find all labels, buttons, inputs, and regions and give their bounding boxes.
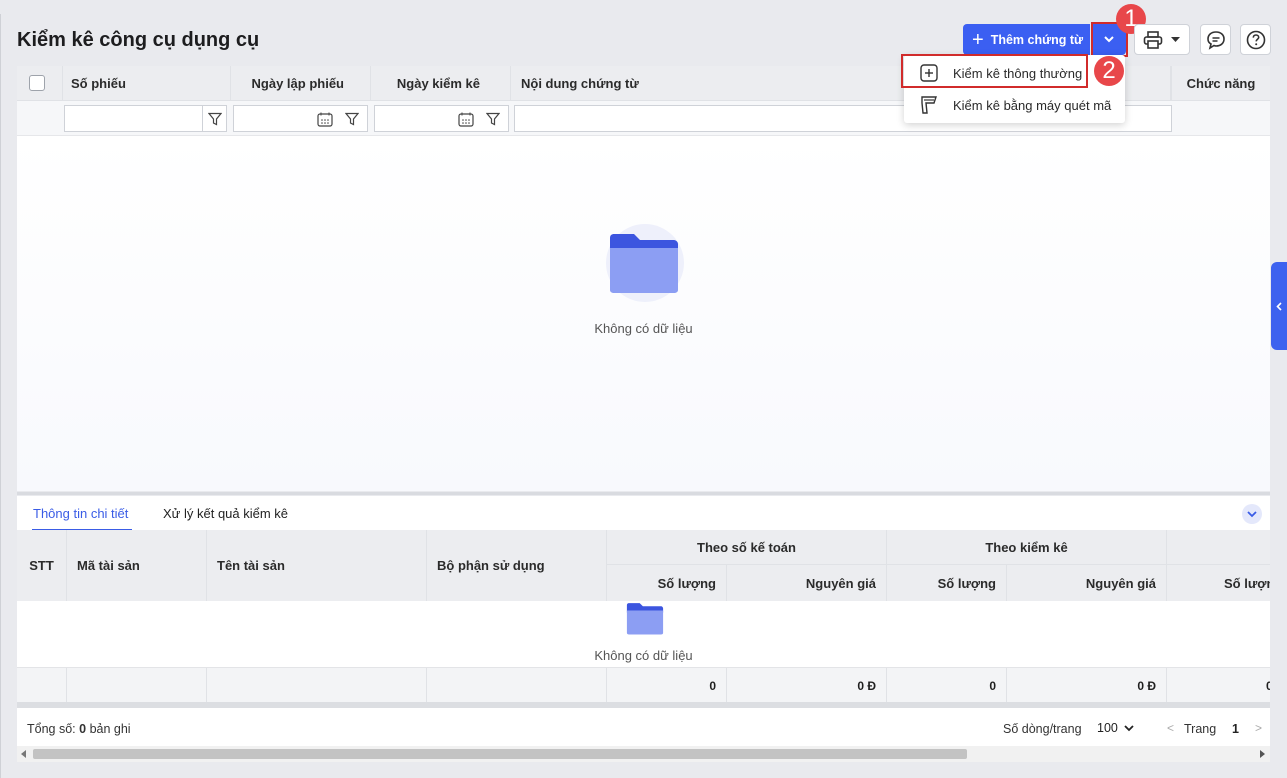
pager-bar: Tổng số: 0 bản ghi Số dòng/trang 100 < T… [17, 708, 1270, 748]
annotation-badge-2: 2 [1094, 56, 1124, 86]
next-page-button[interactable]: > [1255, 721, 1262, 735]
total-so-luong-clipped: 0 [1167, 668, 1270, 703]
scrollbar-thumb[interactable] [33, 749, 967, 759]
rows-per-page-label: Số dòng/trang [1003, 722, 1082, 736]
add-voucher-label: Thêm chứng từ [990, 32, 1084, 47]
col-header-so-phieu[interactable]: Số phiếu [63, 66, 231, 101]
rows-per-page-value: 100 [1097, 721, 1118, 735]
col-group-theo-kiem-ke: Theo kiểm kê [887, 530, 1167, 565]
calendar-icon[interactable] [317, 112, 333, 127]
printer-icon [1143, 30, 1163, 49]
tab-thong-tin-chi-tiet[interactable]: Thông tin chi tiết [33, 506, 128, 521]
current-page: 1 [1232, 722, 1239, 736]
plus-icon: + [972, 28, 984, 51]
col-group-clipped [1167, 530, 1270, 565]
col-header-chuc-nang: Chức năng [1171, 66, 1270, 101]
total-cell [17, 668, 67, 703]
col-header-bo-phan-su-dung[interactable]: Bộ phận sử dụng [427, 530, 607, 601]
side-panel-toggle[interactable] [1271, 262, 1287, 350]
chevron-left-icon [1276, 301, 1282, 311]
print-button[interactable] [1134, 24, 1190, 55]
select-all-cell [17, 66, 63, 101]
calendar-icon[interactable] [458, 112, 474, 127]
total-so-luong-kiem-ke: 0 [887, 668, 1007, 703]
scroll-left-arrow[interactable] [21, 750, 26, 758]
collapse-panel-button[interactable] [1242, 504, 1262, 524]
help-button[interactable] [1240, 24, 1271, 55]
col-header-nguyen-gia-ke-toan[interactable]: Nguyên giá [727, 565, 887, 601]
barcode-scanner-icon [921, 96, 937, 114]
col-header-ngay-kiem-ke[interactable]: Ngày kiểm kê [371, 66, 511, 101]
chevron-down-icon [1124, 724, 1134, 731]
total-so-luong-ke-toan: 0 [607, 668, 727, 703]
col-group-theo-so-ke-toan: Theo số kế toán [607, 530, 887, 565]
total-cell [67, 668, 207, 703]
prev-page-button[interactable]: < [1167, 721, 1174, 735]
filter-icon [207, 112, 222, 125]
chevron-down-icon [1247, 510, 1257, 517]
col-header-nguyen-gia-kiem-ke[interactable]: Nguyên giá [1007, 565, 1167, 601]
total-cell [207, 668, 427, 703]
empty-text: Không có dữ liệu [594, 321, 693, 336]
splitter[interactable] [17, 492, 1270, 495]
col-header-so-luong-kiem-ke[interactable]: Số lượng [887, 565, 1007, 601]
help-icon [1246, 30, 1265, 49]
col-header-so-luong-ke-toan[interactable]: Số lượng [607, 565, 727, 601]
feedback-button[interactable] [1200, 24, 1231, 55]
chat-icon [1206, 30, 1225, 50]
folder-icon [626, 603, 664, 635]
menu-item-kiem-ke-may-quet-ma[interactable]: Kiểm kê bằng máy quét mã [904, 89, 1125, 121]
col-header-stt: STT [17, 530, 67, 601]
filter-input-so-phieu[interactable] [64, 105, 203, 132]
detail-totals-row: 0 0 Đ 0 0 Đ 0 [17, 667, 1270, 703]
total-nguyen-gia-ke-toan: 0 Đ [727, 668, 887, 703]
filter-input-ngay-kiem-ke[interactable] [374, 105, 509, 132]
col-header-so-luong-clipped[interactable]: Số lượng [1167, 565, 1270, 601]
total-records-suffix: bản ghi [89, 722, 131, 736]
add-voucher-button[interactable]: + Thêm chứng từ [963, 24, 1090, 55]
page-title: Kiểm kê công cụ dụng cụ [17, 29, 260, 51]
menu-item-label: Kiểm kê bằng máy quét mã [953, 97, 1112, 113]
filter-input-ngay-lap-phieu[interactable] [233, 105, 368, 132]
caret-down-icon [1171, 36, 1180, 42]
total-nguyen-gia-kiem-ke: 0 Đ [1007, 668, 1167, 703]
scroll-right-arrow[interactable] [1260, 750, 1265, 758]
folder-icon [610, 234, 678, 293]
total-records-prefix: Tổng số: [27, 722, 76, 736]
detail-panel: Thông tin chi tiết Xử lý kết quả kiểm kê… [17, 496, 1270, 708]
grid-empty-state: Không có dữ liệu [17, 136, 1270, 491]
detail-table-header: STT Mã tài sản Tên tài sản Bộ phận sử dụ… [17, 530, 1270, 601]
annotation-box-2 [901, 54, 1088, 88]
filter-button-so-phieu[interactable] [202, 105, 227, 132]
total-cell [427, 668, 607, 703]
col-header-ten-tai-san[interactable]: Tên tài sản [207, 530, 427, 601]
col-header-so-luong-clipped-label: Số lượng [1224, 575, 1270, 591]
col-header-ma-tai-san[interactable]: Mã tài sản [67, 530, 207, 601]
detail-empty-text: Không có dữ liệu [594, 648, 693, 663]
col-header-ngay-lap-phieu[interactable]: Ngày lập phiếu [231, 66, 371, 101]
voucher-grid: Số phiếu Ngày lập phiếu Ngày kiểm kê Nội… [17, 66, 1270, 491]
total-so-luong-clipped-value: 0 [1266, 678, 1270, 693]
filter-icon[interactable] [486, 112, 500, 126]
horizontal-scrollbar[interactable] [17, 746, 1270, 762]
tab-xu-ly-ket-qua[interactable]: Xử lý kết quả kiểm kê [163, 506, 288, 521]
total-records-count: 0 [79, 722, 87, 736]
select-all-checkbox[interactable] [29, 75, 45, 91]
rows-per-page-select[interactable]: 100 [1097, 721, 1134, 735]
total-records: Tổng số: 0 bản ghi [27, 722, 131, 736]
page-label: Trang [1184, 722, 1217, 736]
filter-icon[interactable] [345, 112, 359, 126]
